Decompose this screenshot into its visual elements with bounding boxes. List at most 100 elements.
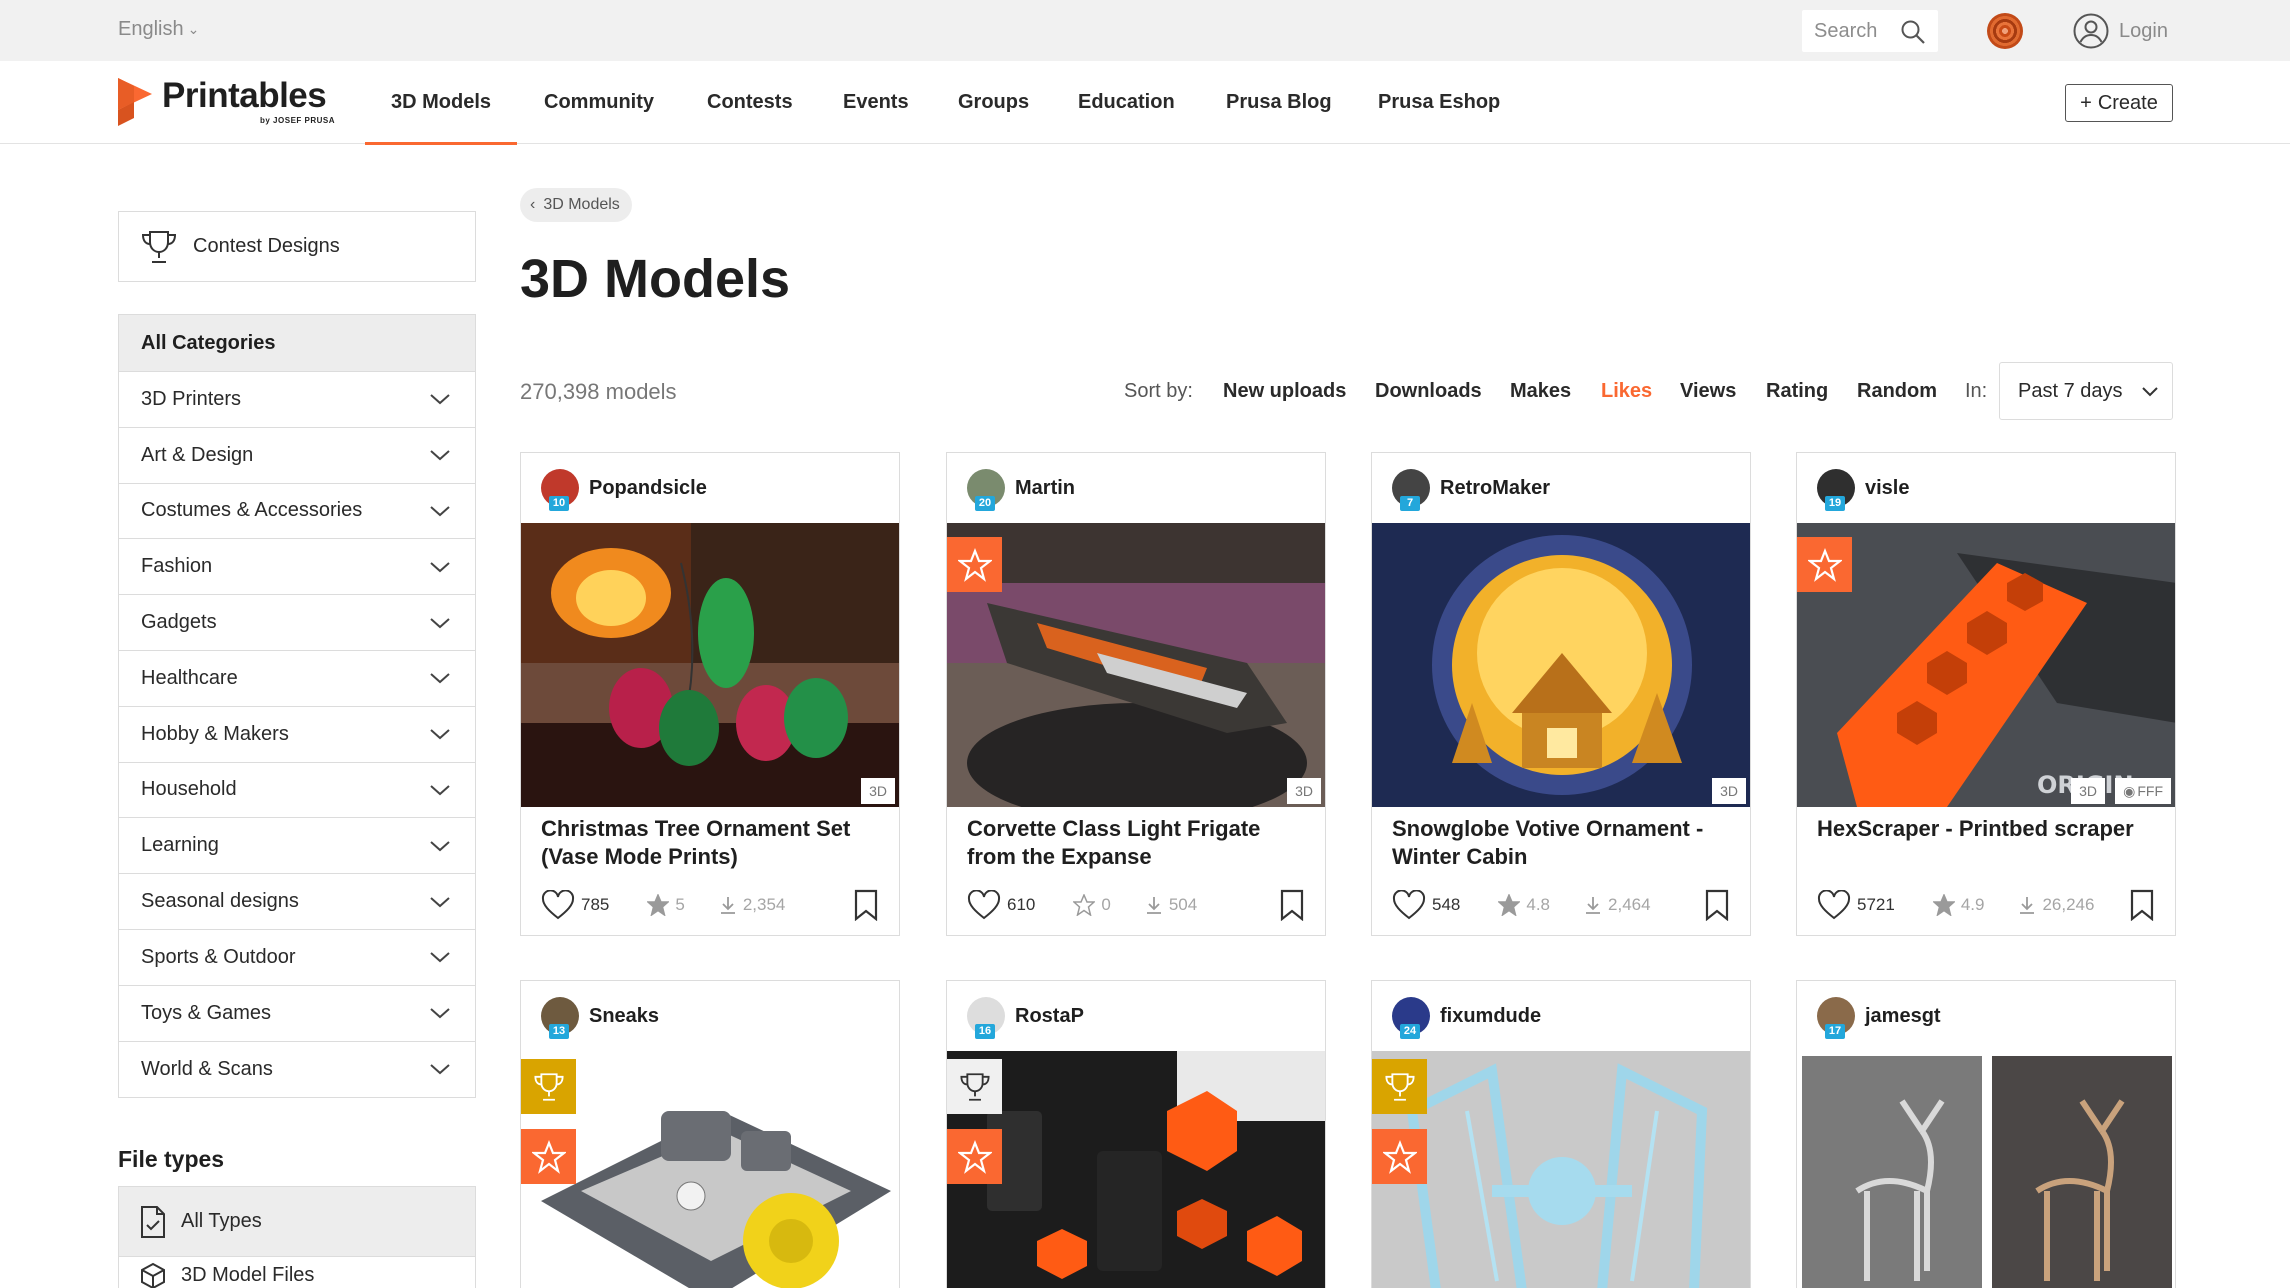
model-thumbnail[interactable] (521, 1051, 899, 1288)
model-thumbnail[interactable]: 3D (947, 523, 1325, 807)
category-item[interactable]: Costumes & Accessories (119, 484, 475, 540)
nav-3d-models[interactable]: 3D Models (364, 61, 518, 145)
category-all[interactable]: All Categories (119, 315, 475, 372)
chevron-down-icon[interactable] (429, 1062, 451, 1076)
model-card[interactable]: 20 Martin 3D Corvette Class Light Frigate f… (946, 452, 1326, 936)
language-selector[interactable]: English ⌄ (118, 18, 199, 41)
chevron-down-icon[interactable] (429, 671, 451, 685)
card-author[interactable]: 19 visle (1797, 453, 2175, 523)
sort-likes[interactable]: Likes (1601, 380, 1652, 403)
nav-contests[interactable]: Contests (707, 61, 793, 144)
model-card[interactable]: 17 jamesgt (1796, 980, 2176, 1288)
category-item[interactable]: Healthcare (119, 651, 475, 707)
sort-random[interactable]: Random (1857, 380, 1937, 403)
create-label: Create (2097, 91, 2158, 114)
bookmark-icon[interactable] (1704, 889, 1730, 921)
search-box[interactable] (1802, 10, 1938, 52)
create-button[interactable]: + Create (2065, 84, 2173, 122)
model-title[interactable]: HexScraper - Printbed scraper (1797, 807, 2175, 875)
period-select[interactable]: Past 7 days (1999, 362, 2173, 420)
card-author[interactable]: 16 RostaP (947, 981, 1325, 1051)
file-tag-label: 3D (869, 783, 887, 799)
bookmark-icon[interactable] (1279, 889, 1305, 921)
likes-stat[interactable]: 5721 (1817, 890, 1895, 920)
model-thumbnail[interactable]: 3D (1372, 523, 1750, 807)
nav-community[interactable]: Community (544, 61, 654, 144)
chevron-down-icon[interactable] (429, 783, 451, 797)
model-thumbnail[interactable] (1372, 1051, 1750, 1288)
prusa-globe-icon[interactable] (1987, 13, 2023, 49)
chevron-down-icon[interactable] (429, 950, 451, 964)
chevron-down-icon[interactable] (429, 839, 451, 853)
category-item[interactable]: 3D Printers (119, 372, 475, 428)
chevron-down-icon[interactable] (429, 727, 451, 741)
category-item[interactable]: Seasonal designs (119, 874, 475, 930)
chevron-down-icon[interactable] (429, 504, 451, 518)
nav-education[interactable]: Education (1078, 61, 1175, 144)
category-item[interactable]: Gadgets (119, 595, 475, 651)
author-level-badge: 24 (1400, 1024, 1420, 1039)
chevron-down-icon[interactable] (429, 1006, 451, 1020)
category-item[interactable]: Sports & Outdoor (119, 930, 475, 986)
file-type-all[interactable]: All Types (118, 1186, 476, 1257)
chevron-down-icon[interactable] (429, 616, 451, 630)
model-card[interactable]: 10 Popandsicle 3D Christmas Tree Ornament S… (520, 452, 900, 936)
model-title[interactable]: Christmas Tree Ornament Set (Vase Mode P… (521, 807, 899, 875)
nav-events[interactable]: Events (843, 61, 909, 144)
likes-stat[interactable]: 548 (1392, 890, 1460, 920)
search-input[interactable] (1814, 19, 1898, 43)
model-thumbnail[interactable]: 3D (521, 523, 899, 807)
category-item[interactable]: Household (119, 763, 475, 819)
likes-stat[interactable]: 610 (967, 890, 1035, 920)
model-title[interactable]: Corvette Class Light Frigate from the Ex… (947, 807, 1325, 875)
chevron-down-icon[interactable] (429, 560, 451, 574)
model-card[interactable]: 7 RetroMaker 3D Snowglobe Votive Ornament -… (1371, 452, 1751, 936)
category-item[interactable]: Learning (119, 818, 475, 875)
category-item[interactable]: Fashion (119, 539, 475, 596)
sort-downloads[interactable]: Downloads (1375, 380, 1482, 403)
sort-new-uploads[interactable]: New uploads (1223, 380, 1346, 403)
search-icon[interactable] (1900, 19, 1926, 45)
model-card[interactable]: 16 RostaP (946, 980, 1326, 1288)
category-item[interactable]: Hobby & Makers (119, 707, 475, 763)
printables-logo[interactable]: Printables by JOSEF PRUSA (118, 76, 335, 126)
model-thumbnail[interactable] (947, 1051, 1325, 1288)
bookmark-icon[interactable] (853, 889, 879, 921)
card-author[interactable]: 13 Sneaks (521, 981, 899, 1051)
model-card[interactable]: 13 Sneaks (520, 980, 900, 1288)
likes-count: 5721 (1857, 895, 1895, 914)
category-item[interactable]: Art & Design (119, 428, 475, 484)
file-type-3d-model[interactable]: 3D Model Files (118, 1256, 476, 1288)
sort-views[interactable]: Views (1680, 380, 1736, 403)
bookmark-icon[interactable] (2129, 889, 2155, 921)
model-card[interactable]: 19visleORIGIN◉FFF3DHexScraper - Printbed… (1796, 452, 2176, 936)
card-author[interactable]: 10 Popandsicle (521, 453, 899, 523)
card-author[interactable]: 17 jamesgt (1797, 981, 2175, 1051)
downloads-stat: 26,246 (2018, 895, 2094, 915)
model-title[interactable]: Snowglobe Votive Ornament - Winter Cabin (1372, 807, 1750, 875)
nav-prusa-eshop[interactable]: Prusa Eshop (1378, 61, 1500, 144)
nav-prusa-blog[interactable]: Prusa Blog (1226, 61, 1332, 144)
file-tag: 3D (2071, 778, 2105, 804)
contest-designs-filter[interactable]: Contest Designs (118, 211, 476, 282)
rating-stat: 5 (647, 894, 685, 916)
chevron-down-icon[interactable] (429, 392, 451, 406)
nav-groups[interactable]: Groups (958, 61, 1029, 144)
file-tag-label: 3D (1720, 783, 1738, 799)
card-author[interactable]: 20 Martin (947, 453, 1325, 523)
brand-name: Printables (162, 76, 327, 115)
category-item[interactable]: Toys & Games (119, 986, 475, 1042)
chevron-down-icon[interactable] (429, 895, 451, 909)
model-card[interactable]: 24 fixumdude (1371, 980, 1751, 1288)
card-author[interactable]: 7 RetroMaker (1372, 453, 1750, 523)
sort-makes[interactable]: Makes (1510, 380, 1571, 403)
model-thumbnail[interactable]: ORIGIN◉FFF3D (1797, 523, 2175, 807)
breadcrumb[interactable]: ‹ 3D Models (520, 188, 632, 222)
card-author[interactable]: 24 fixumdude (1372, 981, 1750, 1051)
model-thumbnail[interactable] (1797, 1051, 2175, 1288)
login-button[interactable]: Login (2073, 13, 2168, 49)
category-item[interactable]: World & Scans (119, 1042, 475, 1098)
sort-rating[interactable]: Rating (1766, 380, 1828, 403)
likes-stat[interactable]: 785 (541, 890, 609, 920)
chevron-down-icon[interactable] (429, 448, 451, 462)
